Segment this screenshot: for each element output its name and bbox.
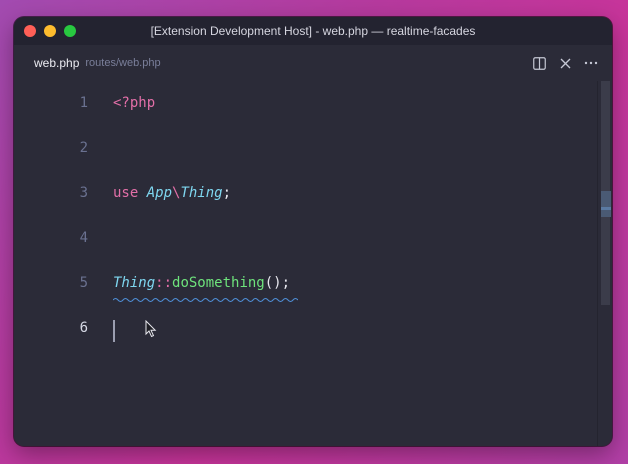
line-number: 4 xyxy=(79,230,88,246)
scrollbar-diagnostic-marker xyxy=(601,207,611,210)
code-editor[interactable]: 1 <?php 2 3 use App\Thing; 4 5 Thing::do… xyxy=(14,81,612,446)
line-code: <?php xyxy=(113,95,155,111)
namespace-app: App xyxy=(146,185,173,201)
minimize-window-button[interactable] xyxy=(44,25,56,37)
method-call: doSomething xyxy=(172,275,265,291)
line-number: 2 xyxy=(79,140,88,156)
mouse-pointer-icon xyxy=(145,320,157,338)
split-editor-icon[interactable] xyxy=(532,56,546,70)
tab-name: web.php xyxy=(34,56,80,70)
tab-path: routes/web.php xyxy=(85,57,161,69)
close-window-button[interactable] xyxy=(24,25,36,37)
line-number: 1 xyxy=(79,95,88,111)
editor-window: [Extension Development Host] - web.php —… xyxy=(14,17,612,446)
tab-bar: web.php routes/web.php xyxy=(14,45,612,81)
php-open-tag: <?php xyxy=(113,95,156,111)
semicolon: ; xyxy=(222,185,232,201)
use-keyword: use xyxy=(113,185,147,201)
class-thing: Thing xyxy=(113,275,156,291)
static-operator: :: xyxy=(155,275,173,291)
line-number: 6 xyxy=(79,320,88,336)
tab-web-php[interactable]: web.php routes/web.php xyxy=(14,45,161,81)
line-code: use App\Thing; xyxy=(113,185,231,201)
vertical-scrollbar[interactable] xyxy=(597,81,612,446)
text-cursor xyxy=(113,320,115,342)
diagnostic-squiggle[interactable] xyxy=(113,297,298,302)
close-icon[interactable] xyxy=(558,56,572,70)
line-number: 5 xyxy=(79,275,88,291)
scrollbar-selection-marker xyxy=(601,191,611,217)
line-code: Thing::doSomething(); xyxy=(113,275,290,291)
class-thing: Thing xyxy=(180,185,223,201)
maximize-window-button[interactable] xyxy=(64,25,76,37)
more-actions-icon[interactable] xyxy=(584,56,598,70)
window-controls xyxy=(24,25,76,37)
editor-actions xyxy=(532,45,598,81)
window-title: [Extension Development Host] - web.php —… xyxy=(150,24,476,38)
line-number: 3 xyxy=(79,185,88,201)
title-bar: [Extension Development Host] - web.php —… xyxy=(14,17,612,45)
call-parens: (); xyxy=(264,275,291,291)
